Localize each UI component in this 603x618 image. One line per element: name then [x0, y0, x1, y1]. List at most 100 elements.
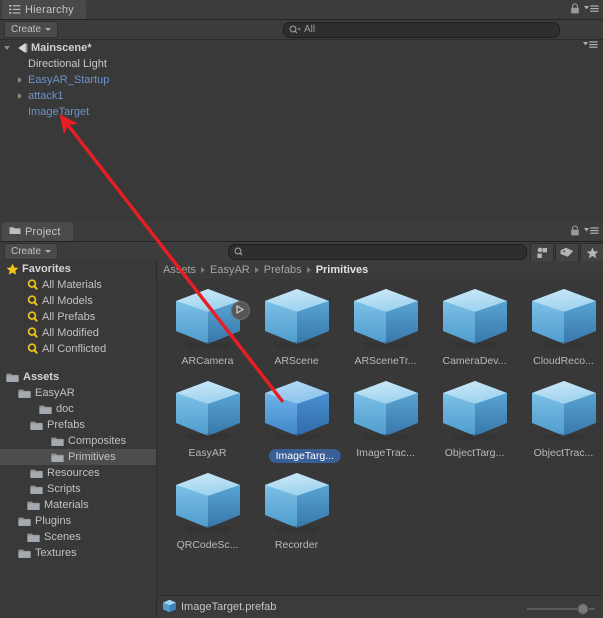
breadcrumb-item-prefabs[interactable]: Prefabs [264, 264, 302, 276]
breadcrumb-item-primitives[interactable]: Primitives [316, 264, 369, 276]
tab-project-label: Project [25, 225, 61, 238]
asset-label: ARScene [274, 355, 319, 367]
disclosure-triangle-icon[interactable] [16, 76, 25, 85]
lock-icon[interactable] [570, 225, 580, 239]
panel-menu-icon[interactable] [584, 226, 599, 238]
asset-item[interactable]: Recorder [252, 471, 341, 551]
tab-project[interactable]: Project [2, 222, 73, 241]
panel-menu-icon[interactable] [584, 4, 599, 16]
folder-icon [51, 436, 64, 447]
asset-item[interactable]: ARSceneTr... [341, 287, 430, 367]
disclosure-triangle-icon[interactable] [16, 92, 25, 101]
project-tree-item-label: Composites [68, 435, 127, 447]
project-filter-buttons [530, 243, 603, 262]
breadcrumb-item-easyar[interactable]: EasyAR [210, 264, 250, 276]
project-tree-item-label: All Conflicted [42, 343, 107, 355]
tab-hierarchy-label: Hierarchy [25, 3, 74, 16]
project-tree-item-label: Prefabs [47, 419, 85, 431]
project-tree-item-scripts[interactable]: Scripts [0, 481, 156, 497]
project-tree-item-textures[interactable]: Textures [0, 545, 156, 561]
project-tree-item-easyar[interactable]: EasyAR [0, 385, 156, 401]
project-tree-item-resources[interactable]: Resources [0, 465, 156, 481]
label-filter-icon[interactable] [555, 243, 579, 262]
project-tree-item-all-materials[interactable]: All Materials [0, 277, 156, 293]
project-create-label: Create [11, 246, 42, 257]
search-icon [27, 311, 39, 323]
hierarchy-search-input[interactable]: All [283, 21, 560, 38]
project-tree-item-all-modified[interactable]: All Modified [0, 325, 156, 341]
project-tree-item-scenes[interactable]: Scenes [0, 529, 156, 545]
disclosure-triangle-icon[interactable] [4, 44, 13, 53]
project-tree-item-label: All Modified [42, 327, 99, 339]
project-body: Favorites All Materials All Models All Pref… [0, 261, 603, 618]
hierarchy-item-directional-light[interactable]: Directional Light [0, 56, 603, 72]
project-status-bar: ImageTarget.prefab [157, 595, 603, 618]
project-search-input[interactable] [228, 243, 527, 260]
zoom-slider[interactable] [525, 603, 597, 615]
panel-splitter[interactable] [0, 214, 603, 222]
hierarchy-create-button[interactable]: Create [4, 21, 59, 38]
folder-icon [6, 372, 19, 383]
asset-item[interactable]: EasyAR [163, 379, 252, 459]
hierarchy-item-attack1[interactable]: attack1 [0, 88, 603, 104]
hierarchy-item-label: Directional Light [28, 58, 107, 70]
asset-item[interactable]: ObjectTrac... [519, 379, 603, 459]
asset-item[interactable]: ImageTarg... [252, 379, 341, 466]
breadcrumb-item-assets[interactable]: Assets [163, 264, 196, 276]
prefab-cube-icon [530, 287, 598, 353]
asset-grid: ARCamera ARScene ARSceneTr... CameraDev... C… [157, 279, 603, 596]
play-badge-icon[interactable] [230, 301, 250, 320]
prefab-cube-icon [352, 287, 420, 353]
asset-item[interactable]: ObjectTarg... [430, 379, 519, 459]
favorites-star-icon[interactable] [580, 243, 603, 262]
prefab-cube-icon [441, 287, 509, 353]
asset-label: CloudReco... [533, 355, 594, 367]
asset-label: ObjectTrac... [533, 447, 594, 459]
hierarchy-create-label: Create [11, 24, 42, 35]
project-tree-item-label: All Models [42, 295, 93, 307]
asset-item[interactable]: ImageTrac... [341, 379, 430, 459]
project-tree-item-label: Primitives [68, 451, 116, 463]
project-tree-item-doc[interactable]: doc [0, 401, 156, 417]
project-tree-item-all-conflicted[interactable]: All Conflicted [0, 341, 156, 357]
breadcrumb-separator-icon [201, 267, 206, 273]
project-tree-item-primitives[interactable]: Primitives [0, 449, 156, 465]
hierarchy-item-imagetarget[interactable]: ImageTarget [0, 104, 603, 120]
project-tree-item-label: Textures [35, 547, 77, 559]
project-tree-item-label: Plugins [35, 515, 72, 527]
asset-item[interactable]: CameraDev... [430, 287, 519, 367]
project-tree-item-materials[interactable]: Materials [0, 497, 156, 513]
project-tree-item-composites[interactable]: Composites [0, 433, 156, 449]
chevron-down-icon [45, 28, 52, 31]
search-icon [27, 343, 39, 355]
folder-icon [18, 516, 31, 527]
prefab-cube-icon [263, 379, 331, 445]
asset-item[interactable]: ARScene [252, 287, 341, 367]
project-create-button[interactable]: Create [4, 243, 59, 260]
folder-icon [30, 484, 43, 495]
project-tree-item-plugins[interactable]: Plugins [0, 513, 156, 529]
project-tree-item-assets[interactable]: Assets [0, 369, 156, 385]
asset-item[interactable]: ARCamera [163, 287, 252, 367]
lock-icon[interactable] [570, 3, 580, 17]
asset-label: CameraDev... [442, 355, 507, 367]
project-tree-item-prefabs[interactable]: Prefabs [0, 417, 156, 433]
asset-item[interactable]: QRCodeSc... [163, 471, 252, 551]
object-type-filter-icon[interactable] [530, 243, 554, 262]
project-tab-icons [570, 225, 599, 239]
hierarchy-scene-menu-icon[interactable] [583, 40, 598, 52]
status-label: ImageTarget.prefab [181, 601, 277, 613]
hierarchy-item-easyar-startup[interactable]: EasyAR_Startup [0, 72, 603, 88]
folder-icon [30, 420, 43, 431]
project-toolbar: Create [0, 242, 603, 262]
asset-label-wrap: ARSceneTr... [341, 355, 430, 367]
project-tree-item-all-models[interactable]: All Models [0, 293, 156, 309]
project-tree-item-favorites[interactable]: Favorites [0, 261, 156, 277]
asset-label: ImageTrac... [356, 447, 415, 459]
asset-item[interactable]: CloudReco... [519, 287, 603, 367]
project-tree-item-all-prefabs[interactable]: All Prefabs [0, 309, 156, 325]
breadcrumb-separator-icon [306, 267, 311, 273]
hierarchy-item-mainscene-[interactable]: Mainscene* [0, 40, 603, 56]
tab-hierarchy[interactable]: Hierarchy [2, 0, 86, 19]
